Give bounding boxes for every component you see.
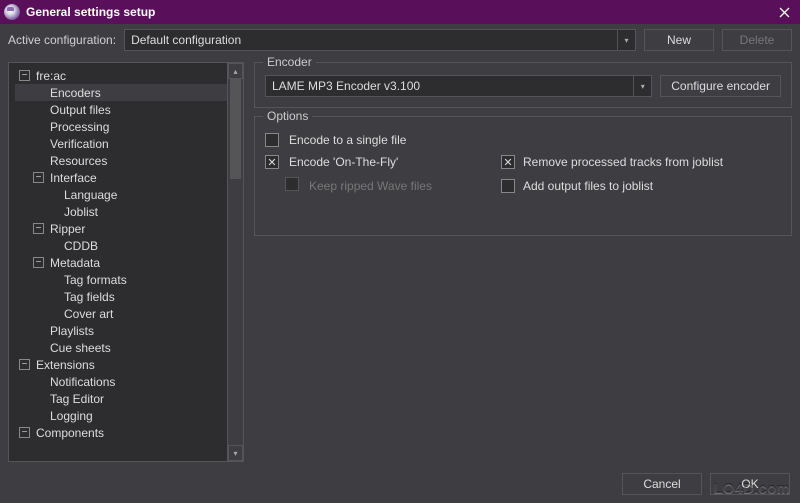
dialog-footer: Cancel OK [622, 473, 790, 495]
encoder-legend: Encoder [263, 55, 316, 69]
tree-item-label: Playlists [46, 324, 94, 338]
tree-item-label: Extensions [32, 358, 95, 372]
add-output-label: Add output files to joblist [523, 179, 653, 193]
tree-item-label: Language [60, 188, 117, 202]
collapse-icon[interactable]: − [33, 257, 44, 268]
tree-item[interactable]: Language [15, 186, 227, 203]
tree-item[interactable]: Verification [15, 135, 227, 152]
tree-item-label: Interface [46, 171, 97, 185]
settings-tree[interactable]: −fre:acEncodersOutput filesProcessingVer… [9, 63, 227, 461]
close-icon [779, 7, 790, 18]
add-output-checkbox[interactable] [501, 179, 515, 193]
collapse-icon[interactable]: − [19, 427, 30, 438]
tree-item[interactable]: Processing [15, 118, 227, 135]
tree-item-label: Cue sheets [46, 341, 111, 355]
tree-item-label: Tag fields [60, 290, 115, 304]
encode-onthefly-checkbox[interactable]: ✕ [265, 155, 279, 169]
cancel-button[interactable]: Cancel [622, 473, 702, 495]
sidebar: −fre:acEncodersOutput filesProcessingVer… [8, 62, 244, 462]
encoder-group: Encoder LAME MP3 Encoder v3.100 ▾ Config… [254, 62, 792, 108]
tree-item[interactable]: Cue sheets [15, 339, 227, 356]
scroll-down-button[interactable]: ▾ [228, 445, 243, 461]
active-config-label: Active configuration: [8, 33, 116, 47]
tree-item[interactable]: −Extensions [15, 356, 227, 373]
remove-processed-label: Remove processed tracks from joblist [523, 155, 723, 169]
tree-item[interactable]: Tag formats [15, 271, 227, 288]
keep-wave-label: Keep ripped Wave files [289, 179, 501, 193]
tree-item-label: Ripper [46, 222, 85, 236]
tree-item[interactable]: Playlists [15, 322, 227, 339]
collapse-icon[interactable]: − [33, 223, 44, 234]
chevron-down-icon: ▾ [633, 76, 651, 96]
titlebar: General settings setup [0, 0, 800, 24]
tree-item-label: CDDB [60, 239, 98, 253]
tree-item-label: Components [32, 426, 104, 440]
tree-item[interactable]: −Metadata [15, 254, 227, 271]
window-title: General settings setup [26, 5, 155, 19]
main-panel: Encoder LAME MP3 Encoder v3.100 ▾ Config… [254, 62, 792, 462]
tree-item[interactable]: −Interface [15, 169, 227, 186]
active-config-value: Default configuration [131, 33, 241, 47]
tree-item-label: Encoders [46, 86, 101, 100]
tree-item[interactable]: −Components [15, 424, 227, 441]
options-legend: Options [263, 109, 312, 123]
tree-item-label: Verification [46, 137, 109, 151]
tree-item-label: Logging [46, 409, 93, 423]
tree-item[interactable]: −fre:ac [15, 67, 227, 84]
tree-item-label: Metadata [46, 256, 100, 270]
configure-encoder-button[interactable]: Configure encoder [660, 75, 781, 97]
scroll-up-button[interactable]: ▴ [228, 63, 243, 79]
new-config-button[interactable]: New [644, 29, 714, 51]
tree-item-label: fre:ac [32, 69, 66, 83]
tree-item[interactable]: Output files [15, 101, 227, 118]
tree-item[interactable]: Encoders [15, 84, 227, 101]
active-config-row: Active configuration: Default configurat… [0, 24, 800, 56]
active-config-dropdown[interactable]: Default configuration ▾ [124, 29, 636, 51]
tree-item-label: Tag Editor [46, 392, 104, 406]
tree-item-label: Processing [46, 120, 109, 134]
settings-window: General settings setup Active configurat… [0, 0, 800, 503]
remove-processed-checkbox[interactable]: ✕ [501, 155, 515, 169]
delete-config-button[interactable]: Delete [722, 29, 792, 51]
tree-item[interactable]: Tag Editor [15, 390, 227, 407]
tree-item-label: Cover art [60, 307, 113, 321]
tree-item[interactable]: Logging [15, 407, 227, 424]
scroll-thumb[interactable] [230, 79, 241, 179]
tree-item[interactable]: Notifications [15, 373, 227, 390]
encode-onthefly-label: Encode 'On-The-Fly' [289, 155, 501, 169]
tree-item-label: Resources [46, 154, 107, 168]
encoder-dropdown[interactable]: LAME MP3 Encoder v3.100 ▾ [265, 75, 652, 97]
app-icon [4, 4, 20, 20]
tree-item-label: Joblist [60, 205, 98, 219]
ok-button[interactable]: OK [710, 473, 790, 495]
tree-item-label: Notifications [46, 375, 115, 389]
options-group: Options Encode to a single file ✕ Encode… [254, 116, 792, 236]
sidebar-scrollbar[interactable]: ▴ ▾ [227, 63, 243, 461]
close-button[interactable] [772, 0, 796, 24]
tree-item[interactable]: Resources [15, 152, 227, 169]
tree-item[interactable]: Tag fields [15, 288, 227, 305]
collapse-icon[interactable]: − [19, 70, 30, 81]
collapse-icon[interactable]: − [19, 359, 30, 370]
tree-item-label: Tag formats [60, 273, 127, 287]
encode-single-checkbox[interactable] [265, 133, 279, 147]
tree-item[interactable]: CDDB [15, 237, 227, 254]
tree-item-label: Output files [46, 103, 111, 117]
encoder-value: LAME MP3 Encoder v3.100 [272, 79, 420, 93]
tree-item[interactable]: Joblist [15, 203, 227, 220]
collapse-icon[interactable]: − [33, 172, 44, 183]
chevron-down-icon: ▾ [617, 30, 635, 50]
tree-item[interactable]: −Ripper [15, 220, 227, 237]
encode-single-label: Encode to a single file [289, 133, 501, 147]
tree-item[interactable]: Cover art [15, 305, 227, 322]
